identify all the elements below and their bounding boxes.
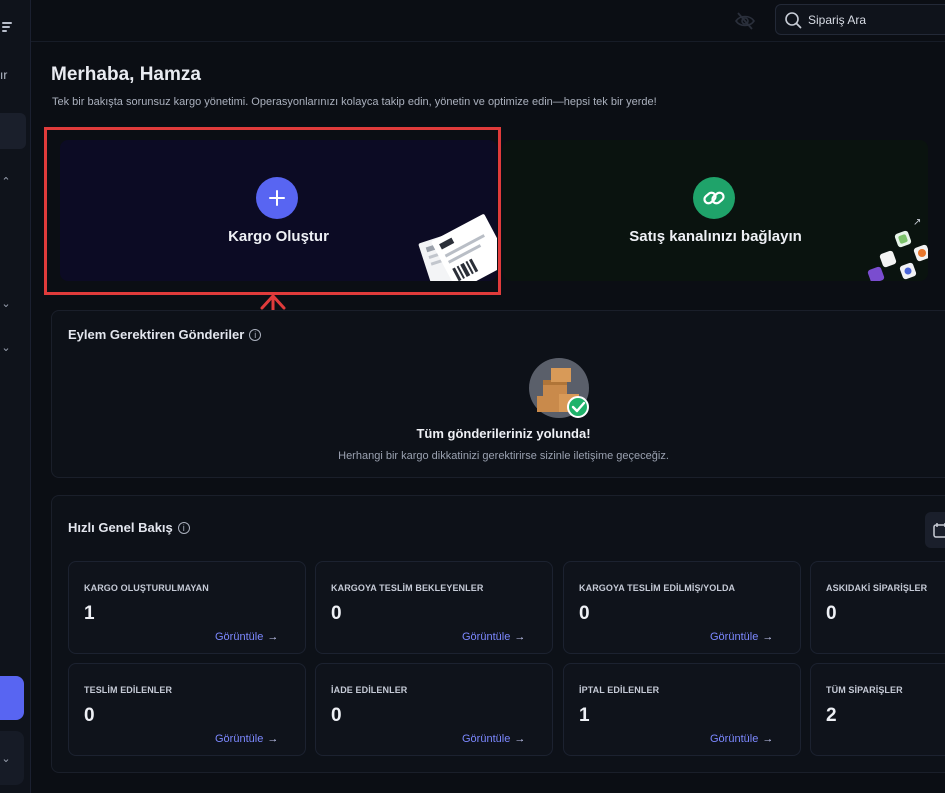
chevron-down-icon[interactable]: ⌄	[0, 298, 12, 310]
view-link[interactable]: Görüntüle →	[710, 631, 773, 643]
view-link-label: Görüntüle	[462, 733, 511, 745]
view-link-label: Görüntüle	[215, 733, 264, 745]
arrow-right-icon: →	[514, 733, 526, 745]
stat-value: 2	[826, 705, 837, 726]
stat-label: KARGOYA TESLİM EDİLMİŞ/YOLDA	[579, 583, 736, 593]
stat-label: TESLİM EDİLENLER	[84, 685, 173, 695]
stat-value: 0	[331, 705, 342, 726]
action-required-title-text: Eylem Gerektiren Gönderiler	[68, 327, 245, 342]
view-link[interactable]: Görüntüle →	[462, 631, 525, 643]
stat-value: 1	[84, 603, 95, 624]
info-icon[interactable]: i	[177, 522, 190, 534]
sidebar-partial-label: ır	[0, 68, 8, 82]
stat-value: 0	[331, 603, 342, 624]
stat-label: ASKIDAKİ SİPARİŞLER	[826, 583, 928, 593]
plus-icon	[256, 177, 298, 219]
app-root: ır ⌃ ⌄ ⌄ ⌄ Merhaba, Hamza Tek bir bakışt…	[0, 0, 945, 793]
view-link[interactable]: Görüntüle →	[710, 733, 773, 745]
view-link-label: Görüntüle	[215, 631, 264, 643]
calendar-button[interactable]	[925, 512, 945, 548]
sidebar: ır ⌃ ⌄ ⌄ ⌄	[0, 0, 31, 793]
arrow-right-icon: →	[762, 733, 774, 745]
stat-label: İPTAL EDİLENLER	[579, 685, 660, 695]
stat-value: 0	[826, 603, 837, 624]
empty-state-text: Herhangi bir kargo dikkatinizi gerektiri…	[338, 450, 669, 462]
stat-tile-on-hold: ASKIDAKİ SİPARİŞLER 0	[810, 561, 945, 654]
chevron-down-icon[interactable]: ⌄	[0, 342, 12, 354]
search-box[interactable]	[775, 4, 945, 35]
chevron-down-icon: ⌄	[1, 753, 11, 765]
create-shipment-card[interactable]: Kargo Oluştur	[60, 140, 497, 281]
stat-label: KARGOYA TESLİM BEKLEYENLER	[331, 583, 484, 593]
boxes-illustration	[529, 358, 589, 418]
stat-value: 1	[579, 705, 590, 726]
info-icon[interactable]: i	[249, 329, 262, 341]
view-link-label: Görüntüle	[462, 631, 511, 643]
search-icon	[785, 12, 802, 29]
empty-state-title: Tüm gönderileriniz yolunda!	[416, 426, 591, 441]
view-link-label: Görüntüle	[710, 733, 759, 745]
arrow-right-icon: →	[267, 733, 279, 745]
search-input[interactable]	[808, 5, 938, 34]
stat-tile-returned: İADE EDİLENLER 0 Görüntüle →	[315, 663, 553, 756]
eye-off-icon[interactable]	[734, 10, 756, 32]
stat-value: 0	[579, 603, 590, 624]
action-required-panel: Eylem Gerektiren Gönderiler i Tüm gönderi…	[51, 310, 945, 478]
quick-overview-title-text: Hızlı Genel Bakış	[68, 520, 173, 535]
sidebar-item-active[interactable]	[0, 113, 26, 149]
arrow-right-icon: →	[267, 631, 279, 643]
menu-toggle-icon[interactable]	[0, 20, 14, 34]
stat-label: TÜM SİPARİŞLER	[826, 685, 903, 695]
view-link[interactable]: Görüntüle →	[215, 631, 278, 643]
view-link[interactable]: Görüntüle →	[215, 733, 278, 745]
shipping-labels-illustration	[418, 214, 497, 281]
page-title: Merhaba, Hamza	[51, 64, 201, 85]
sidebar-account-toggle[interactable]: ⌄	[0, 731, 24, 785]
stat-tile-awaiting-handover: KARGOYA TESLİM BEKLEYENLER 0 Görüntüle →	[315, 561, 553, 654]
link-icon	[693, 177, 735, 219]
arrow-right-icon: →	[514, 631, 526, 643]
expand-icon: ↗	[913, 217, 922, 228]
stat-value: 0	[84, 705, 95, 726]
view-link[interactable]: Görüntüle →	[462, 733, 525, 745]
chevron-up-icon[interactable]: ⌃	[0, 176, 12, 188]
page-subtitle: Tek bir bakışta sorunsuz kargo yönetimi.…	[52, 96, 657, 108]
stat-label: İADE EDİLENLER	[331, 685, 408, 695]
stat-tile-all-orders: TÜM SİPARİŞLER 2	[810, 663, 945, 756]
stat-tile-cancelled: İPTAL EDİLENLER 1 Görüntüle →	[563, 663, 801, 756]
stat-tile-not-created: KARGO OLUŞTURULMAYAN 1 Görüntüle →	[68, 561, 306, 654]
quick-overview-title: Hızlı Genel Bakış i	[68, 520, 190, 535]
marketplace-logos-illustration	[867, 230, 928, 281]
action-required-title: Eylem Gerektiren Gönderiler i	[68, 327, 262, 342]
calendar-icon	[933, 523, 945, 538]
sidebar-primary-button[interactable]	[0, 676, 24, 720]
connect-channel-card[interactable]: Satış kanalınızı bağlayın ↗	[503, 140, 928, 281]
view-link-label: Görüntüle	[710, 631, 759, 643]
stat-label: KARGO OLUŞTURULMAYAN	[84, 583, 209, 593]
stat-tile-in-transit: KARGOYA TESLİM EDİLMİŞ/YOLDA 0 Görüntüle…	[563, 561, 801, 654]
arrow-right-icon: →	[762, 631, 774, 643]
stat-tile-delivered: TESLİM EDİLENLER 0 Görüntüle →	[68, 663, 306, 756]
